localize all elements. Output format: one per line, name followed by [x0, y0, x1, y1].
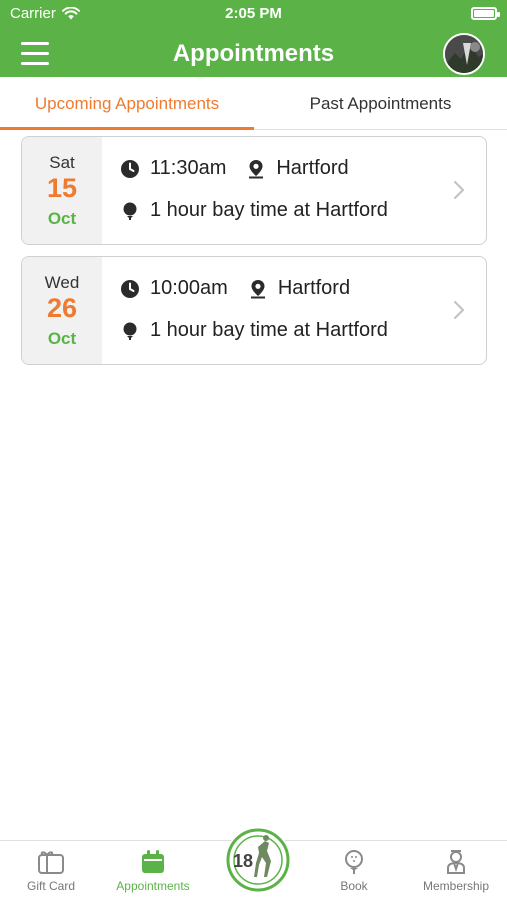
tab-membership[interactable]: Membership	[410, 841, 502, 900]
chevron-right-icon	[453, 180, 465, 200]
tab-membership-label: Membership	[422, 879, 490, 893]
appointment-description: 1 hour bay time at Hartford	[150, 199, 388, 221]
location-pin-icon	[250, 279, 265, 298]
appointment-location: Hartford	[277, 277, 351, 299]
location-pin-icon	[249, 159, 264, 178]
day-of-week: Wed	[44, 273, 80, 292]
golf-ball-tee-icon	[345, 850, 363, 874]
tab-upcoming-appointments[interactable]: Upcoming Appointments	[0, 77, 254, 130]
golf-ball-tee-icon	[123, 322, 137, 340]
page-title: Appointments	[172, 40, 335, 67]
appointment-time: 10:00am	[150, 277, 228, 299]
appointment-date: Wed 26 Oct	[22, 257, 102, 364]
nav-bar: Appointments	[0, 30, 507, 77]
clock-icon	[121, 279, 139, 298]
month: Oct	[47, 209, 77, 228]
day-number: 26	[46, 293, 78, 323]
bottom-tab-bar: Gift Card Appointments 18 Book Membershi…	[0, 827, 507, 900]
appointment-description-row: 1 hour bay time at Hartford	[120, 319, 388, 342]
tab-gift-card-label: Gift Card	[26, 879, 75, 893]
tab-gift-card[interactable]: Gift Card	[12, 841, 90, 900]
tab-past-appointments[interactable]: Past Appointments	[254, 77, 507, 130]
calendar-icon	[142, 850, 164, 873]
appointment-time-location: 10:00am Hartford	[120, 277, 350, 300]
appointment-card[interactable]: Sat 15 Oct 11:30am Hartford 1 hour bay t…	[21, 136, 487, 245]
day-of-week: Sat	[49, 153, 75, 172]
status-time: 2:05 PM	[225, 5, 282, 22]
appointment-location: Hartford	[276, 157, 349, 179]
day-number: 15	[46, 173, 78, 203]
membership-icon	[447, 850, 465, 874]
app-header: Carrier 2:05 PM Appointments	[0, 0, 507, 77]
profile-photo-icon	[445, 35, 483, 73]
golf-ball-tee-icon	[123, 202, 137, 220]
chevron-right-icon	[453, 300, 465, 320]
appointment-description-row: 1 hour bay time at Hartford	[120, 199, 388, 222]
month: Oct	[47, 329, 77, 348]
appointment-tabs: Upcoming Appointments Past Appointments	[0, 77, 507, 130]
avatar[interactable]	[443, 33, 485, 75]
appointment-time-location: 11:30am Hartford	[120, 157, 349, 180]
tab-appointments-label: Appointments	[116, 879, 190, 893]
appointment-description: 1 hour bay time at Hartford	[150, 319, 388, 341]
active-tab-indicator	[0, 127, 254, 130]
appointment-time: 11:30am	[150, 157, 227, 179]
gift-card-icon	[38, 851, 64, 874]
appointment-date: Sat 15 Oct	[22, 137, 102, 244]
clock-icon	[121, 159, 139, 178]
tab-appointments[interactable]: Appointments	[103, 841, 203, 900]
battery-icon	[471, 7, 500, 20]
logo-number: 18	[233, 851, 254, 871]
appointment-card[interactable]: Wed 26 Oct 10:00am Hartford 1 hour bay t…	[21, 256, 487, 365]
tab-book[interactable]: Book	[318, 841, 390, 900]
status-bar: Carrier 2:05 PM	[0, 0, 507, 28]
tab-book-label: Book	[340, 879, 368, 893]
home-logo-button[interactable]: 18	[225, 827, 291, 893]
